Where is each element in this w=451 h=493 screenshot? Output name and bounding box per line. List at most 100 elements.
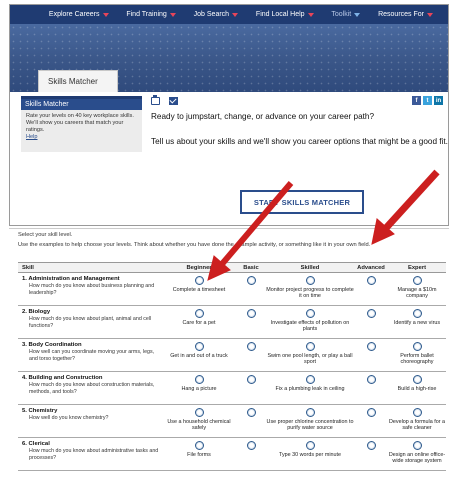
radio-skilled[interactable] [305,375,315,384]
skill-cell: 2. Biology How much do you know about pla… [18,305,162,339]
radio-beginner[interactable] [194,276,204,285]
example-text: Manage a $10m company [397,287,437,300]
sidebar-heading[interactable]: Skills Matcher [21,99,142,110]
column-header-beginner: Beginner [162,262,236,273]
radio-basic[interactable] [246,342,256,351]
advanced-cell [354,404,388,438]
radio-expert[interactable] [412,276,422,285]
skill-name: 1. Administration and Management [22,276,120,282]
column-header-expert: Expert [388,262,446,273]
beginner-cell: Use a household chemical safely [162,404,236,438]
main-nav: Explore Careers Find Training Job Search… [10,5,448,24]
advanced-cell [354,305,388,339]
skilled-cell: Swim one pool length, or play a ball spo… [266,338,354,372]
skills-matcher-landing: Explore Careers Find Training Job Search… [9,4,449,226]
nav-label: Job Search [193,11,230,18]
nav-toolkit[interactable]: Toolkit [331,11,361,18]
radio-beginner[interactable] [194,342,204,351]
nav-label: Resources For [378,11,424,18]
radio-expert[interactable] [412,375,422,384]
radio-beginner[interactable] [194,375,204,384]
skilled-cell: Type 30 words per minute [266,437,354,471]
form-instruction-detail: Use the examples to help choose your lev… [18,242,371,248]
radio-expert[interactable] [412,441,422,450]
start-skills-matcher-button[interactable]: START SKILLS MATCHER [240,190,364,214]
radio-basic[interactable] [246,441,256,450]
radio-advanced[interactable] [366,309,376,318]
advanced-cell [354,338,388,372]
nav-find-training[interactable]: Find Training [126,11,176,18]
radio-basic[interactable] [246,375,256,384]
radio-advanced[interactable] [366,441,376,450]
radio-beginner[interactable] [194,309,204,318]
radio-skilled[interactable] [305,408,315,417]
radio-expert[interactable] [412,309,422,318]
chevron-down-icon [102,12,109,17]
advanced-cell [354,272,388,306]
linkedin-icon[interactable]: in [434,96,443,105]
radio-advanced[interactable] [366,276,376,285]
radio-advanced[interactable] [366,408,376,417]
radio-skilled[interactable] [305,441,315,450]
skill-cell: 5. Chemistry How well do you know chemist… [18,404,162,438]
beginner-cell: Hang a picture [162,371,236,405]
radio-skilled[interactable] [305,342,315,351]
skill-name: 3. Body Coordination [22,342,82,348]
nav-find-local-help[interactable]: Find Local Help [256,11,314,18]
table-row: 3. Body Coordination How well can you coo… [18,338,446,372]
skill-name: 6. Clerical [22,441,50,447]
basic-cell [236,404,266,438]
sidebar-description: Rate your levels on 40 key workplace ski… [26,113,134,133]
expert-cell: Perform ballet choreography [388,338,446,372]
basic-cell [236,272,266,306]
radio-expert[interactable] [412,342,422,351]
table-row: 5. Chemistry How well do you know chemist… [18,404,446,438]
example-text: File forms [187,452,211,458]
expert-cell: Develop a formula for a safe cleaner [388,404,446,438]
skill-name: 2. Biology [22,309,51,315]
basic-cell [236,305,266,339]
nav-label: Toolkit [331,11,352,18]
table-row: 2. Biology How much do you know about pla… [18,305,446,339]
example-text: Care for a pet [182,320,216,326]
advanced-cell [354,437,388,471]
example-text: Get in and out of a truck [170,353,228,359]
column-header-advanced: Advanced [354,262,388,273]
nav-job-search[interactable]: Job Search [193,11,239,18]
skilled-cell: Monitor project progress to complete it … [266,272,354,306]
basic-cell [236,437,266,471]
radio-advanced[interactable] [366,375,376,384]
chevron-down-icon [307,12,314,17]
beginner-cell: File forms [162,437,236,471]
help-link[interactable]: Help [21,134,142,140]
radio-basic[interactable] [246,276,256,285]
expert-cell: Build a high-rise [388,371,446,405]
example-text: Build a high-rise [397,386,437,392]
radio-basic[interactable] [246,408,256,417]
table-row: 1. Administration and Management How much… [18,272,446,306]
example-text: Use a household chemical safely [167,419,231,432]
radio-expert[interactable] [412,408,422,417]
radio-basic[interactable] [246,309,256,318]
example-text: Monitor project progress to complete it … [266,287,354,300]
radio-skilled[interactable] [305,276,315,285]
nav-label: Find Training [126,11,167,18]
print-icon[interactable] [151,95,160,105]
radio-beginner[interactable] [194,441,204,450]
column-header-basic: Basic [236,262,266,273]
skills-rating-form: Select your skill level. Use the example… [9,228,449,491]
email-icon[interactable] [169,97,178,105]
nav-resources-for[interactable]: Resources For [378,11,433,18]
radio-advanced[interactable] [366,342,376,351]
radio-skilled[interactable] [305,309,315,318]
page-tools [151,95,178,105]
skill-name: 4. Building and Construction [22,375,103,381]
facebook-icon[interactable]: f [412,96,421,105]
example-text: Develop a formula for a safe cleaner [388,419,446,432]
nav-explore-careers[interactable]: Explore Careers [49,11,109,18]
skilled-cell: Fix a plumbing leak in ceiling [266,371,354,405]
twitter-icon[interactable]: t [423,96,432,105]
example-text: Use proper chlorine concentration to pur… [266,419,354,432]
radio-beginner[interactable] [194,408,204,417]
nav-label: Find Local Help [255,11,305,18]
